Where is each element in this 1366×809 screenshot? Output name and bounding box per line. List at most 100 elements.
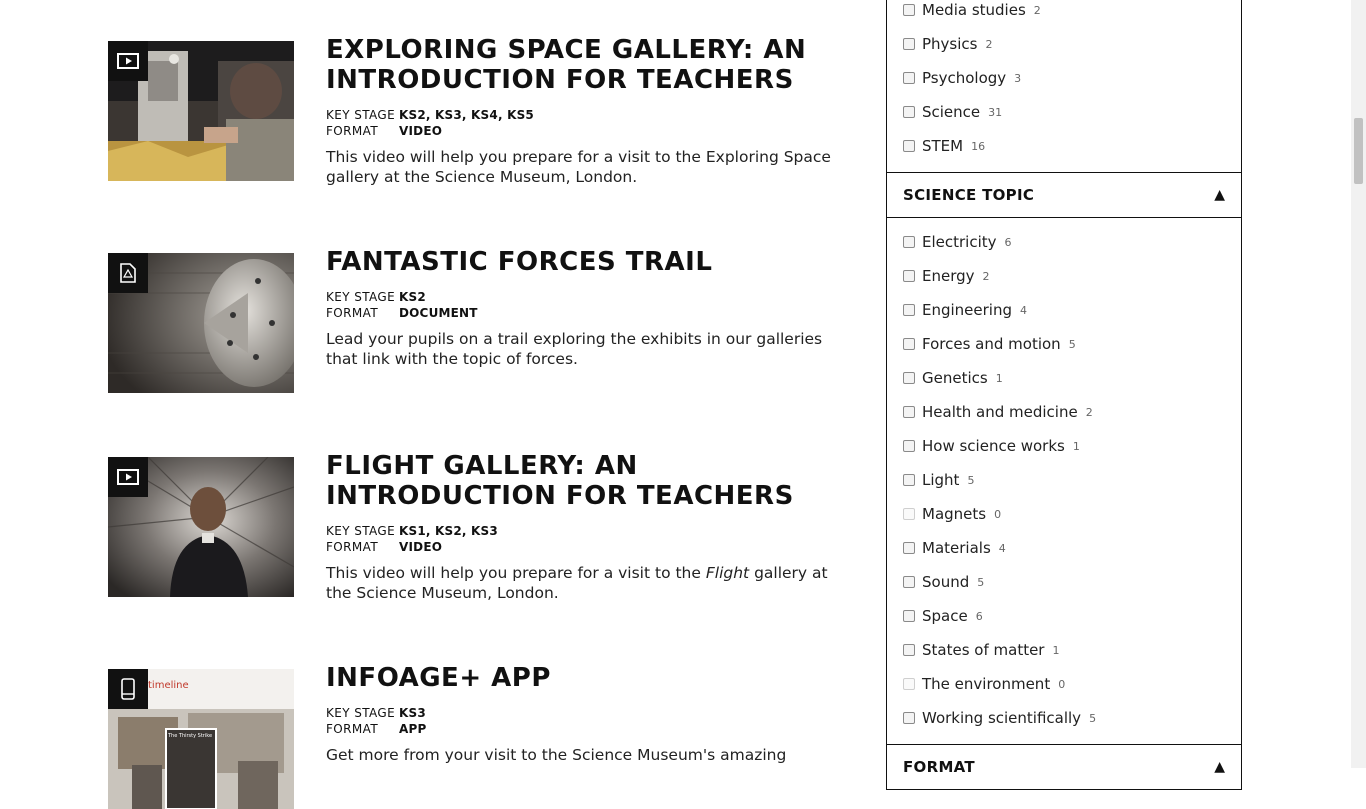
filter-label: Energy	[922, 267, 975, 285]
format-label: FORMAT	[326, 306, 379, 320]
filter-count: 6	[1004, 235, 1012, 249]
filter-label: STEM	[922, 137, 964, 155]
filter-label: Electricity	[922, 233, 997, 251]
filter-option-psychology[interactable]: Psychology 3	[903, 68, 1021, 88]
filter-option-genetics[interactable]: Genetics 1	[903, 368, 1003, 388]
filter-option-light[interactable]: Light 5	[903, 470, 974, 490]
resource-title[interactable]: FANTASTIC FORCES TRAIL	[326, 247, 866, 277]
filter-sidebar: Media studies 2 Physics 2 Psychology 3 S…	[886, 0, 1242, 790]
format-value: DOCUMENT	[399, 306, 478, 320]
checkbox[interactable]	[903, 38, 915, 50]
filter-count: 2	[1033, 3, 1041, 17]
scrollbar-thumb[interactable]	[1354, 118, 1363, 184]
filter-count: 2	[982, 269, 990, 283]
checkbox[interactable]	[903, 508, 915, 520]
filter-option-working-scientifically[interactable]: Working scientifically 5	[903, 708, 1096, 728]
resource-thumbnail[interactable]: timeline The Thirsty Strike	[108, 669, 294, 809]
checkbox[interactable]	[903, 542, 915, 554]
resource-thumbnail[interactable]	[108, 41, 294, 181]
checkbox[interactable]	[903, 372, 915, 384]
resource-title[interactable]: EXPLORING SPACE GALLERY: AN INTRODUCTION…	[326, 35, 866, 95]
filter-count: 5	[977, 575, 985, 589]
format-row: FORMAT DOCUMENT	[326, 305, 478, 321]
format-row: FORMAT VIDEO	[326, 123, 442, 139]
checkbox[interactable]	[903, 678, 915, 690]
resource-title[interactable]: FLIGHT GALLERY: AN INTRODUCTION FOR TEAC…	[326, 451, 866, 511]
filter-option-magnets[interactable]: Magnets 0	[903, 504, 1001, 524]
key-stage-label: KEY STAGE	[326, 290, 396, 304]
filter-option-stem[interactable]: STEM 16	[903, 136, 985, 156]
checkbox[interactable]	[903, 712, 915, 724]
filter-option-how-science-works[interactable]: How science works 1	[903, 436, 1080, 456]
filter-count: 31	[988, 105, 1003, 119]
filter-option-forces-and-motion[interactable]: Forces and motion 5	[903, 334, 1076, 354]
format-value: VIDEO	[399, 124, 443, 138]
key-stage-label: KEY STAGE	[326, 524, 396, 538]
page-scrollbar[interactable]	[1351, 0, 1366, 768]
thumb-timeline-text: timeline	[148, 680, 189, 691]
filter-label: Sound	[922, 573, 970, 591]
format-label: FORMAT	[326, 124, 379, 138]
filter-count: 2	[985, 37, 993, 51]
checkbox[interactable]	[903, 474, 915, 486]
filter-label: Magnets	[922, 505, 987, 523]
checkbox[interactable]	[903, 140, 915, 152]
filter-label: Materials	[922, 539, 991, 557]
science-topic-header[interactable]: SCIENCE TOPIC ▲	[886, 172, 1242, 218]
filter-count: 0	[1058, 677, 1066, 691]
key-stage-row: KEY STAGE KS2, KS3, KS4, KS5	[326, 107, 534, 123]
filter-label: Media studies	[922, 1, 1026, 19]
resource-thumbnail[interactable]	[108, 457, 294, 597]
filter-label: Working scientifically	[922, 709, 1082, 727]
filter-option-engineering[interactable]: Engineering 4	[903, 300, 1027, 320]
filter-option-sound[interactable]: Sound 5	[903, 572, 984, 592]
filter-option-science[interactable]: Science 31	[903, 102, 1002, 122]
key-stage-row: KEY STAGE KS2	[326, 289, 426, 305]
filter-count: 6	[975, 609, 983, 623]
filter-count: 5	[1089, 711, 1097, 725]
checkbox[interactable]	[903, 440, 915, 452]
key-stage-label: KEY STAGE	[326, 108, 396, 122]
resource-title[interactable]: INFOAGE+ APP	[326, 663, 866, 693]
checkbox[interactable]	[903, 72, 915, 84]
filter-label: Light	[922, 471, 960, 489]
filter-label: Space	[922, 607, 968, 625]
filter-option-space[interactable]: Space 6	[903, 606, 983, 626]
filter-option-physics[interactable]: Physics 2	[903, 34, 992, 54]
resource-thumbnail[interactable]	[108, 253, 294, 393]
resource-description: Lead your pupils on a trail exploring th…	[326, 330, 823, 368]
checkbox[interactable]	[903, 610, 915, 622]
key-stage-value: KS1, KS2, KS3	[399, 524, 498, 538]
filter-count: 4	[1020, 303, 1027, 317]
checkbox[interactable]	[903, 406, 915, 418]
filter-option-the-environment[interactable]: The environment 0	[903, 674, 1065, 694]
collapse-arrow-icon[interactable]: ▲	[1214, 187, 1225, 203]
checkbox[interactable]	[903, 236, 915, 248]
checkbox[interactable]	[903, 576, 915, 588]
resource-description: Get more from your visit to the Science …	[326, 746, 787, 764]
filter-label: States of matter	[922, 641, 1045, 659]
filter-option-electricity[interactable]: Electricity 6	[903, 232, 1012, 252]
checkbox[interactable]	[903, 270, 915, 282]
format-label: FORMAT	[326, 722, 379, 736]
filter-option-materials[interactable]: Materials 4	[903, 538, 1006, 558]
filter-count: 1	[1072, 439, 1080, 453]
format-value: VIDEO	[399, 540, 443, 554]
mobile-icon	[108, 669, 148, 709]
filter-option-energy[interactable]: Energy 2	[903, 266, 990, 286]
filter-label: Physics	[922, 35, 978, 53]
filter-label: Science	[922, 103, 981, 121]
description-text: This video will help you prepare for a v…	[326, 564, 706, 582]
checkbox[interactable]	[903, 106, 915, 118]
checkbox[interactable]	[903, 304, 915, 316]
filter-option-states-of-matter[interactable]: States of matter 1	[903, 640, 1059, 660]
filter-option-media-studies[interactable]: Media studies 2	[903, 0, 1041, 20]
checkbox[interactable]	[903, 4, 915, 16]
collapse-arrow-icon[interactable]: ▲	[1214, 759, 1225, 775]
checkbox[interactable]	[903, 644, 915, 656]
checkbox[interactable]	[903, 338, 915, 350]
resource-description: This video will help you prepare for a v…	[326, 563, 856, 603]
thumb-caption-text: The Thirsty Strike	[167, 733, 212, 739]
format-header[interactable]: FORMAT ▲	[886, 744, 1242, 790]
filter-option-health-and-medicine[interactable]: Health and medicine 2	[903, 402, 1093, 422]
